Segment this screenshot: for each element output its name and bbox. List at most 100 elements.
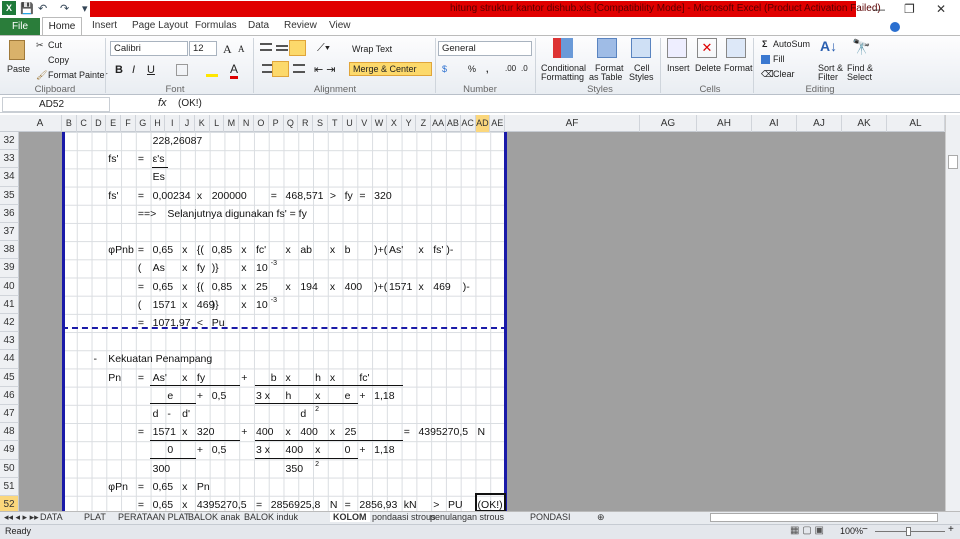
cell-styles-button-line2[interactable]: Styles [629,72,654,82]
row-header-37[interactable]: 37 [0,223,19,242]
column-header-B[interactable]: B [62,115,77,132]
column-header-O[interactable]: O [254,115,269,132]
cell-E44[interactable]: Kekuatan Penampang [108,350,212,368]
column-header-U[interactable]: U [343,115,358,132]
zoom-level[interactable]: 100% [840,526,863,536]
row-header-50[interactable]: 50 [0,459,19,478]
cell-G38[interactable]: = [138,241,144,259]
scroll-thumb[interactable] [948,155,958,169]
indent-icons[interactable]: ⇤ ⇥ [314,63,336,76]
sheet-tab-kolom[interactable]: KOLOM [330,512,370,522]
column-header-H[interactable]: H [151,115,166,132]
row-header-39[interactable]: 39 [0,259,19,278]
column-header-Z[interactable]: Z [416,115,432,132]
sheet-tab-balok-induk[interactable]: BALOK induk [244,512,298,522]
zoom-in-button[interactable]: + [948,524,954,535]
cell-G40[interactable]: = [138,278,144,296]
sort-filter-button-line2[interactable]: Filter [818,72,838,82]
cell-W49[interactable]: 1,18 [374,441,394,459]
cell-Y48[interactable]: = [404,423,410,441]
cell-P39[interactable]: -3 [271,259,277,277]
cell-U46[interactable]: e [345,387,351,405]
cell-H41[interactable]: 1571 [153,296,176,314]
cell-W40[interactable]: )+( [374,278,387,296]
cell-J48[interactable]: x [182,423,187,441]
cell-T45[interactable]: x [330,369,335,387]
cell-J38[interactable]: x [182,241,187,259]
sheet-tab-pondaasi-strous[interactable]: pondaasi strous [372,512,436,522]
tab-formulas[interactable]: Formulas [195,20,237,31]
delete-cells-button[interactable]: Delete [695,63,721,73]
name-box[interactable]: AD52 [2,97,110,112]
row-header-49[interactable]: 49 [0,441,19,460]
bold-button[interactable]: B [115,64,123,76]
conditional-formatting-button-line2[interactable]: Formatting [541,72,584,82]
column-header-AJ[interactable]: AJ [797,115,842,132]
cell-H51[interactable]: 0,65 [153,478,173,496]
cut-button[interactable]: Cut [48,40,62,50]
align-top-icon[interactable] [260,43,272,51]
column-header-T[interactable]: T [328,115,343,132]
cell-K48[interactable]: 320 [197,423,215,441]
cell-U48[interactable]: 25 [345,423,357,441]
number-format-select[interactable]: General [438,41,532,56]
merge-center-button[interactable]: Merge & Center [349,62,432,76]
cell-D44[interactable]: - [94,350,98,368]
cell-V49[interactable]: + [359,441,365,459]
sheet-nav-icons[interactable]: ◂◂ ◂ ▸ ▸▸ [4,512,39,523]
cell-G48[interactable]: = [138,423,144,441]
cell-N39[interactable]: x [241,259,246,277]
cell-S49[interactable]: x [315,441,320,459]
cell-L39[interactable]: )} [212,259,219,277]
cell-Q45[interactable]: x [286,369,291,387]
cell-Q49[interactable]: 400 [286,441,304,459]
cell-H45[interactable]: As' [153,369,167,387]
cell-N45[interactable]: + [241,369,247,387]
view-buttons[interactable]: ▦ ▢ ▣ [790,525,824,536]
cell-Q40[interactable]: x [286,278,291,296]
cell-G36[interactable]: ==> [138,205,156,223]
cell-J45[interactable]: x [182,369,187,387]
cell-H35[interactable]: 0,00234 [153,187,191,205]
column-header-K[interactable]: K [195,115,210,132]
customize-quick-access-icon[interactable]: ▾ [82,2,88,15]
row-header-32[interactable]: 32 [0,132,19,151]
column-header-A[interactable]: A [19,115,62,132]
cell-R47[interactable]: d [300,405,306,423]
cell-I49[interactable]: 0 [167,441,173,459]
insert-function-icon[interactable]: fx [158,97,167,109]
align-right-icon[interactable] [293,64,305,73]
row-header-38[interactable]: 38 [0,241,19,260]
underline-button[interactable]: U [147,64,155,76]
cell-E38[interactable]: φPnb [108,241,134,259]
tab-file[interactable]: File [0,18,40,35]
cell-G39[interactable]: ( [138,259,142,277]
cell-J39[interactable]: x [182,259,187,277]
cell-Q46[interactable]: h [286,387,292,405]
column-header-S[interactable]: S [313,115,328,132]
percent-button[interactable]: % [468,64,476,74]
sheet-tab-perataan-plat[interactable]: PERATAAN PLAT [118,512,190,522]
save-icon[interactable]: 💾 [20,2,34,15]
cell-J47[interactable]: d' [182,405,190,423]
cell-X40[interactable]: 1571 [389,278,412,296]
cell-S50[interactable]: 2 [315,460,319,478]
align-bottom-icon[interactable] [289,40,306,56]
cell-E35[interactable]: fs' [108,187,118,205]
vertical-scrollbar[interactable] [945,115,960,511]
cell-H47[interactable]: d [153,405,159,423]
sheet-tab-plat[interactable]: PLAT [84,512,106,522]
column-header-W[interactable]: W [372,115,387,132]
insert-sheet-icon[interactable]: ⊕ [597,512,605,523]
cell-H33[interactable]: ε's [153,150,165,168]
column-header-R[interactable]: R [298,115,314,132]
paste-button[interactable]: Paste [7,64,30,74]
cell-H50[interactable]: 300 [153,460,171,478]
cell-R38[interactable]: ab [300,241,312,259]
cell-I36[interactable]: Selanjutnya digunakan fs' = fy [167,205,306,223]
row-header-35[interactable]: 35 [0,186,19,205]
cell-P45[interactable]: b [271,369,277,387]
zoom-slider-handle[interactable] [906,527,911,536]
undo-icon[interactable]: ↶ [38,2,47,15]
cell-S46[interactable]: x [315,387,320,405]
